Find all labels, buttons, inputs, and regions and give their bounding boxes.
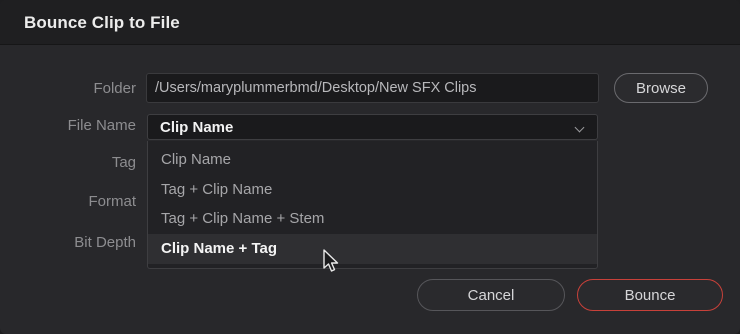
format-label: Format xyxy=(88,193,136,210)
bounce-button-label: Bounce xyxy=(624,287,676,304)
mouse-pointer-icon xyxy=(323,249,339,272)
dropdown-option-clip-name[interactable]: Clip Name xyxy=(148,145,597,175)
bounce-button[interactable]: Bounce xyxy=(577,279,723,311)
dropdown-option-tag-clip-name[interactable]: Tag + Clip Name xyxy=(148,175,597,205)
dialog-title: Bounce Clip to File xyxy=(24,13,180,32)
dropdown-option-tag-clip-name-stem[interactable]: Tag + Clip Name + Stem xyxy=(148,204,597,234)
tag-label: Tag xyxy=(111,154,136,171)
folder-path-value: /Users/maryplummerbmd/Desktop/New SFX Cl… xyxy=(155,80,477,96)
bit-depth-label: Bit Depth xyxy=(74,234,136,251)
file-name-dropdown-list: Clip Name Tag + Clip Name Tag + Clip Nam… xyxy=(147,141,598,269)
bounce-clip-dialog: Bounce Clip to File Folder /Users/marypl… xyxy=(0,0,740,334)
file-name-select[interactable]: Clip Name xyxy=(147,114,598,140)
dropdown-option-clip-name-tag[interactable]: Clip Name + Tag xyxy=(148,234,597,264)
folder-path-field[interactable]: /Users/maryplummerbmd/Desktop/New SFX Cl… xyxy=(146,73,599,103)
chevron-down-icon xyxy=(574,122,585,133)
file-name-label: File Name xyxy=(67,117,136,134)
browse-button[interactable]: Browse xyxy=(614,73,708,103)
browse-button-label: Browse xyxy=(635,80,687,97)
cancel-button[interactable]: Cancel xyxy=(417,279,565,311)
dialog-title-bar: Bounce Clip to File xyxy=(0,0,740,45)
cancel-button-label: Cancel xyxy=(467,287,515,304)
folder-label: Folder xyxy=(93,80,136,97)
file-name-selected-value: Clip Name xyxy=(160,119,234,136)
